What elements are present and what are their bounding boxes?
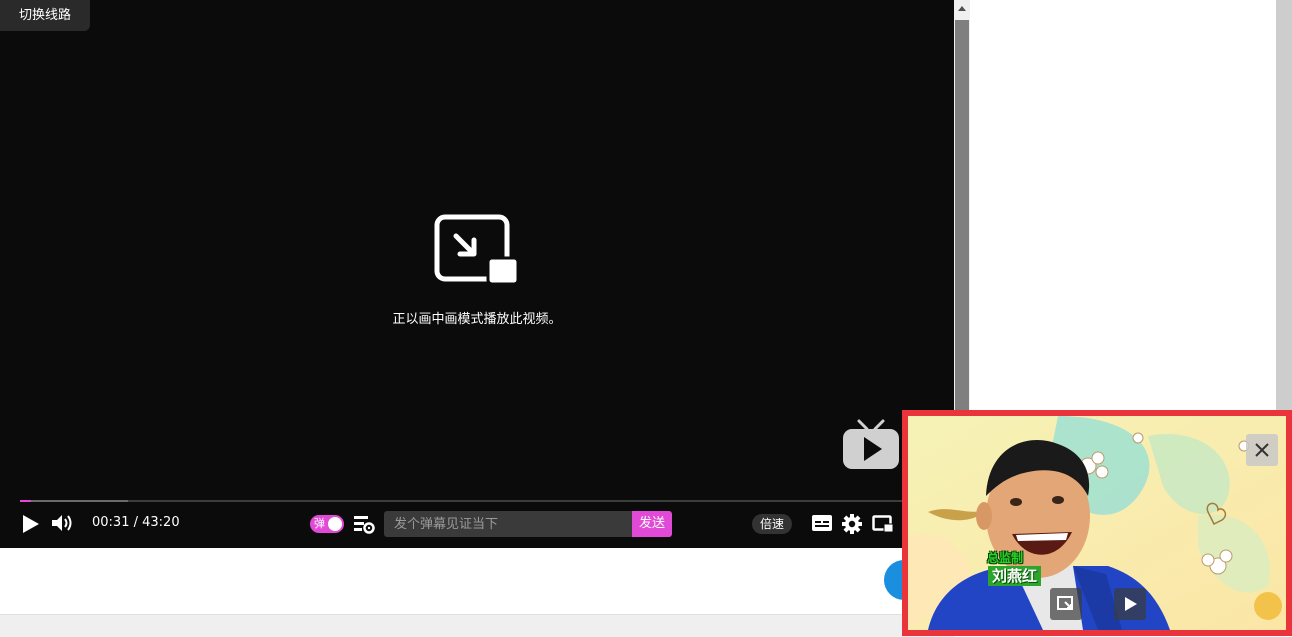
time-display: 00:31 / 43:20 <box>92 515 180 530</box>
tv-logo-icon <box>843 419 899 469</box>
pip-video-frame <box>908 416 1286 630</box>
subtitle-icon[interactable] <box>811 514 833 532</box>
pip-close-button[interactable] <box>1246 434 1278 466</box>
duration: 43:20 <box>142 515 180 530</box>
caption-role: 总监制 <box>987 551 1024 565</box>
progress-buffered <box>20 500 129 502</box>
danmaku-send-button[interactable]: 发送 <box>632 511 672 537</box>
progress-played <box>20 500 32 502</box>
video-player[interactable]: 切换线路 正以画中画模式播放此视频。 00:31 / 43:20 弹 发个弹幕见… <box>0 0 954 548</box>
pip-notice: 正以画中画模式播放此视频。 <box>0 214 954 327</box>
pip-mode-icon <box>434 214 520 286</box>
toggle-knob <box>328 517 342 531</box>
time-separator: / <box>129 515 143 530</box>
danmaku-toggle-label: 弹 <box>314 517 325 530</box>
danmaku-settings-icon[interactable] <box>353 514 375 534</box>
play-icon[interactable] <box>22 514 40 534</box>
switch-route-button[interactable]: 切换线路 <box>0 0 90 31</box>
pip-message: 正以画中画模式播放此视频。 <box>392 312 562 327</box>
right-scrollbar[interactable] <box>1276 0 1292 410</box>
danmaku-input[interactable] <box>384 511 632 537</box>
close-icon <box>1255 443 1269 457</box>
pip-window[interactable]: 总监制 刘燕红 <box>902 410 1292 636</box>
volume-icon[interactable] <box>51 513 73 533</box>
pip-icon[interactable] <box>872 515 894 533</box>
caption-name: 刘燕红 <box>988 566 1042 586</box>
bottom-bar <box>0 614 954 637</box>
pip-play-button[interactable] <box>1114 588 1146 620</box>
playback-speed-button[interactable]: 倍速 <box>752 514 792 534</box>
play-icon <box>1125 597 1137 611</box>
current-time: 00:31 <box>92 515 130 530</box>
settings-icon[interactable] <box>842 514 862 534</box>
danmaku-toggle[interactable]: 弹 <box>310 515 344 533</box>
back-to-tab-icon <box>1057 596 1073 610</box>
back-to-tab-button[interactable] <box>1050 588 1082 620</box>
scroll-up-arrow[interactable] <box>954 0 970 18</box>
right-panel <box>970 0 1276 410</box>
scroll-thumb[interactable] <box>955 20 969 412</box>
progress-bar[interactable] <box>20 500 954 502</box>
